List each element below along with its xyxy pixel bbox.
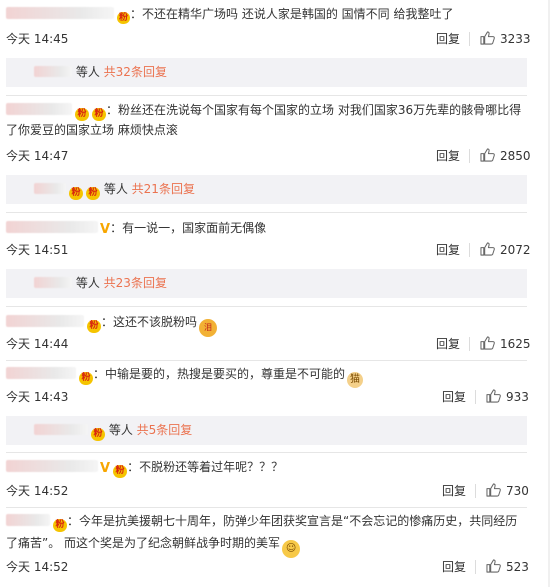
sub-replies-box[interactable]: 等人 共32条回复 [6, 58, 527, 87]
username-blurred[interactable] [6, 367, 76, 379]
divider [6, 452, 527, 453]
fan-badge-icon: 粉 [113, 465, 128, 478]
sub-replies-box[interactable]: 粉粉 等人 共21条回复 [6, 175, 527, 204]
reply-count-link[interactable]: 共5条回复 [137, 423, 193, 437]
like-button[interactable]: 2850 [480, 148, 531, 164]
divider [6, 507, 527, 508]
username-blurred[interactable] [6, 221, 98, 233]
divider [475, 560, 476, 574]
cat-emoji-icon: 猫 [347, 372, 364, 388]
comment-text: 粉：中输是要的，热搜是要买的，尊重是不可能的猫 [6, 364, 540, 388]
comment-time: 今天 14:51 [6, 243, 69, 257]
like-count: 933 [506, 390, 529, 404]
sub-replies-box[interactable]: 粉 等人 共5条回复 [6, 416, 527, 445]
username-blurred[interactable] [6, 103, 72, 115]
divider [475, 390, 476, 404]
reply-button[interactable]: 回复 [442, 483, 466, 499]
comment-text: V 粉：不脱粉还等着过年呢？？？ [6, 457, 540, 479]
like-button[interactable]: 730 [486, 483, 529, 499]
thumbs-up-icon [486, 483, 501, 497]
thumbs-up-icon [480, 336, 495, 350]
username-blurred[interactable] [6, 460, 98, 472]
divider [6, 360, 527, 361]
like-button[interactable]: 3233 [480, 31, 531, 47]
fan-badge-icon: 粉 [53, 519, 67, 532]
comment-text: 粉：今年是抗美援朝七十周年，防弹少年团获奖宣言是“不会忘记的惨痛历史，共同经历 [6, 511, 540, 532]
like-button[interactable]: 2072 [480, 242, 531, 258]
comment-time: 今天 14:52 [6, 484, 69, 498]
comment-time: 今天 14:45 [6, 32, 69, 46]
username-blurred [34, 424, 88, 435]
divider [6, 306, 527, 307]
reply-button[interactable]: 回复 [436, 31, 460, 47]
username-blurred [34, 66, 72, 77]
divider [469, 337, 470, 351]
username-blurred[interactable] [6, 514, 50, 526]
fan-badge-icon: 粉 [91, 428, 105, 441]
like-count: 523 [506, 560, 529, 574]
comment-text: 粉粉：粉丝还在洗说每个国家有每个国家的立场 对我们国家36万先辈的骸骨哪比得 [6, 100, 540, 121]
like-count: 3233 [500, 32, 531, 46]
sub-replies-box[interactable]: 等人 共23条回复 [6, 269, 527, 298]
username-blurred [34, 183, 66, 194]
divider [469, 243, 470, 257]
fan-badge-icon: 粉 [87, 320, 101, 333]
comment-text: V：有一说一，国家面前无偶像 [6, 218, 540, 240]
fan-badge-icon: 粉 [86, 187, 100, 200]
username-blurred [34, 277, 72, 288]
reply-count-link[interactable]: 共21条回复 [132, 182, 195, 196]
reply-button[interactable]: 回复 [436, 242, 460, 258]
reply-button[interactable]: 回复 [436, 336, 460, 352]
thumbs-up-icon [486, 389, 501, 403]
comment-time: 今天 14:44 [6, 337, 69, 351]
username-blurred[interactable] [6, 7, 114, 19]
crying-emoji-icon: 泪 [199, 319, 218, 337]
divider [6, 95, 527, 96]
reply-count-link[interactable]: 共23条回复 [104, 276, 167, 290]
like-button[interactable]: 1625 [480, 336, 531, 352]
like-button[interactable]: 523 [486, 559, 529, 575]
reply-button[interactable]: 回复 [436, 148, 460, 164]
like-count: 730 [506, 484, 529, 498]
divider [469, 32, 470, 46]
comment-time: 今天 14:47 [6, 149, 69, 163]
like-count: 2072 [500, 243, 531, 257]
divider [475, 484, 476, 498]
comment-text-cont: 了你爱豆的国家立场 麻烦快点滚 [6, 123, 178, 137]
fan-badge-icon: 粉 [117, 12, 130, 24]
comment-text-cont: 了痛苦”。 而这个奖是为了纪念朝鲜战争时期的美军 ☺ [6, 533, 540, 558]
comment-text: 粉：这还不该脱粉吗泪 [6, 312, 540, 337]
comment-time: 今天 14:43 [6, 390, 69, 404]
thumbs-up-icon [480, 242, 495, 256]
username-blurred[interactable] [6, 315, 84, 327]
divider [469, 149, 470, 163]
like-count: 2850 [500, 149, 531, 163]
reply-count-link[interactable]: 共32条回复 [104, 65, 167, 79]
like-count: 1625 [500, 337, 531, 351]
thumbs-up-icon [480, 148, 495, 162]
verified-v-icon: V [100, 222, 111, 237]
verified-v-icon: V [100, 461, 111, 476]
thumbs-up-icon [486, 559, 501, 573]
fan-badge-icon: 粉 [69, 187, 83, 200]
smile-emoji-icon: ☺ [282, 540, 301, 558]
thumbs-up-icon [480, 31, 495, 45]
like-button[interactable]: 933 [486, 389, 529, 405]
fan-badge-icon: 粉 [79, 372, 93, 385]
comment-text: 粉：不还在精华广场吗 还说人家是韩国的 国情不同 给我整吐了 [6, 4, 540, 24]
reply-button[interactable]: 回复 [442, 389, 466, 405]
divider [6, 212, 527, 213]
reply-button[interactable]: 回复 [442, 559, 466, 575]
comment-time: 今天 14:52 [6, 560, 69, 574]
